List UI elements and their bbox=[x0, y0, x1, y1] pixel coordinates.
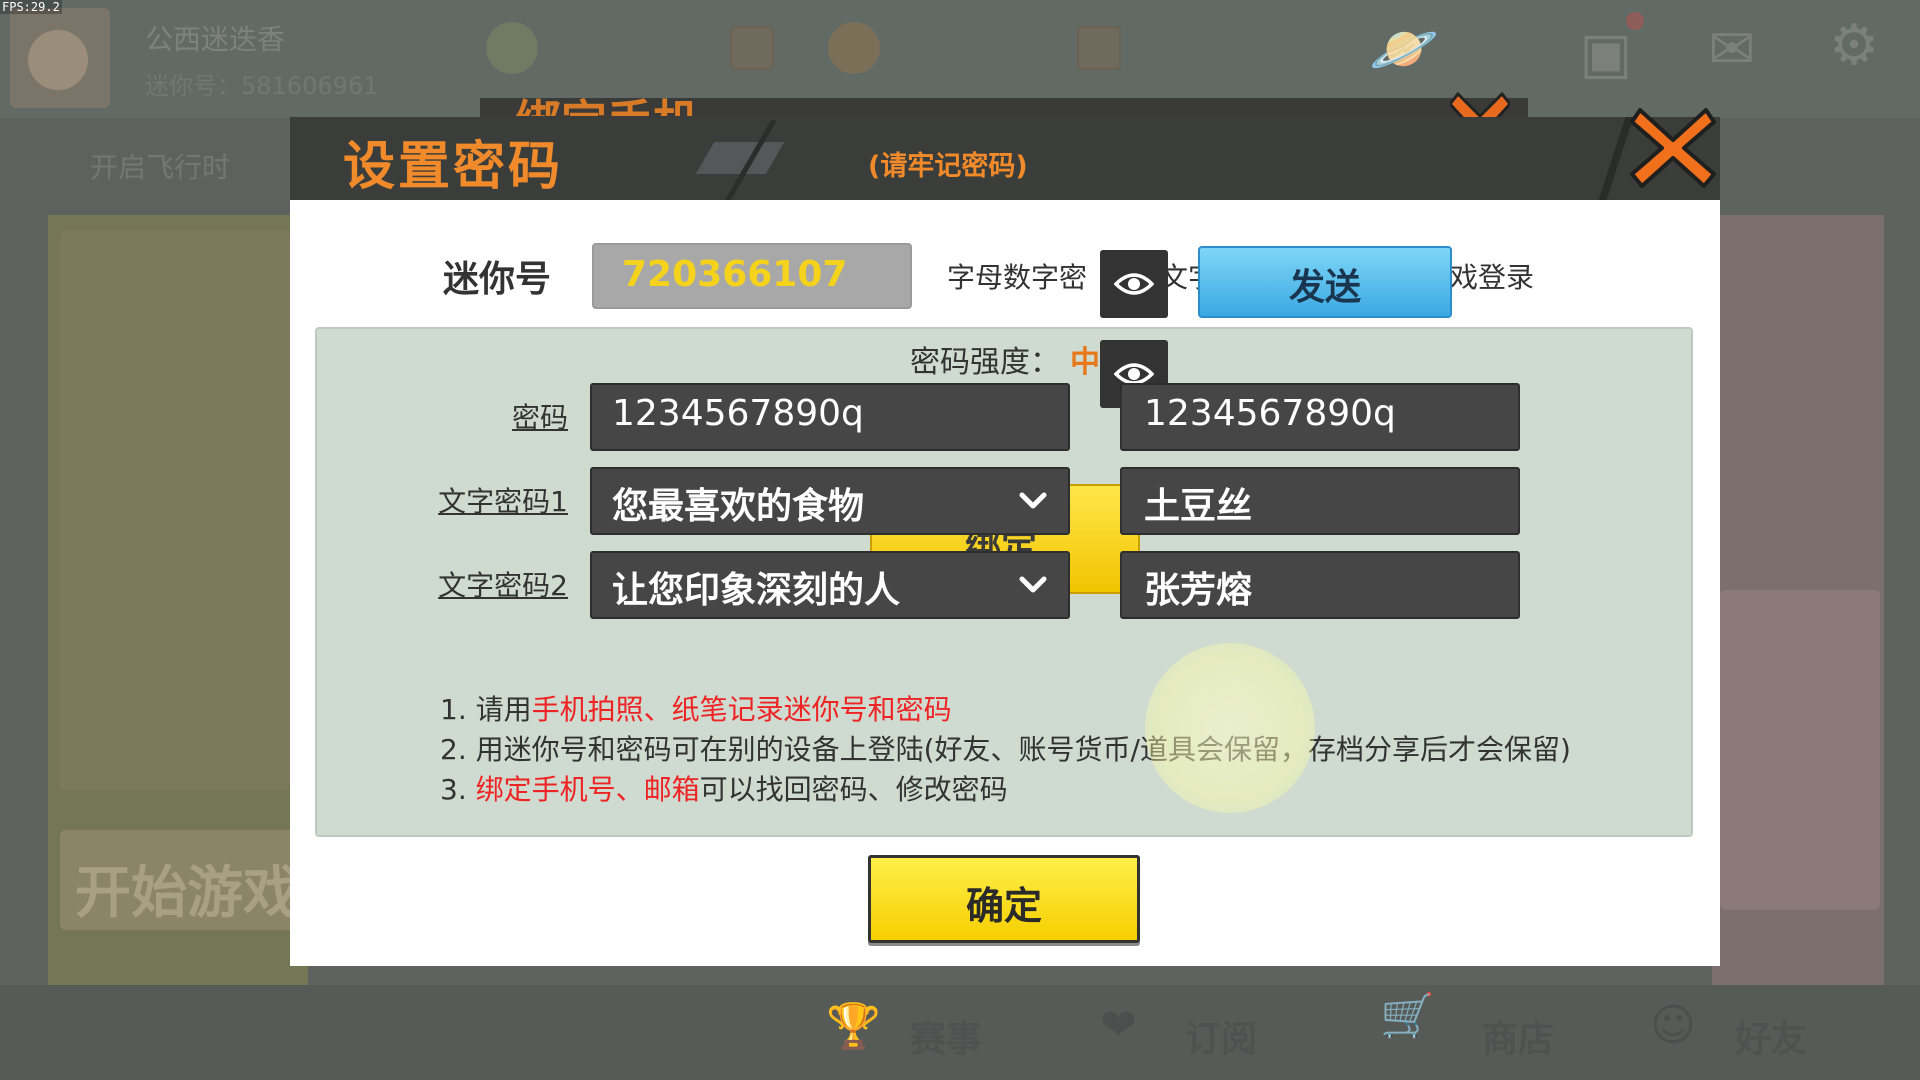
note-3-prefix: 3. bbox=[440, 773, 476, 806]
text-password2-question: 让您印象深刻的人 bbox=[612, 570, 901, 611]
touch-indicator bbox=[1145, 643, 1315, 813]
tab-shop[interactable]: 商店 bbox=[1482, 1010, 1554, 1062]
note-1-highlight: 手机拍照、纸笔记录迷你号和密码 bbox=[531, 693, 952, 726]
show-password-eye-icon[interactable] bbox=[1100, 250, 1168, 318]
tab-subscribe[interactable]: 订阅 bbox=[1185, 1010, 1257, 1062]
fps-counter: FPS:29.2 bbox=[0, 0, 62, 14]
option-text-right: 戏登录 bbox=[1450, 261, 1535, 294]
dialog-subtitle: (请牢记密码) bbox=[868, 151, 1028, 182]
start-game-label: 开始游戏 bbox=[75, 861, 299, 926]
shop-cart-icon[interactable]: 🛒 bbox=[1380, 990, 1435, 1042]
friends-icon[interactable]: ☺ bbox=[1650, 1000, 1696, 1051]
chevron-down-icon[interactable] bbox=[1000, 468, 1066, 534]
notification-dot bbox=[1626, 12, 1644, 30]
dialog-title: 设置密码 bbox=[343, 137, 564, 197]
note-1: 1. 请用手机拍照、纸笔记录迷你号和密码 bbox=[440, 688, 952, 728]
avatar-face bbox=[28, 30, 88, 90]
text-password2-answer: 张芳熔 bbox=[1144, 570, 1253, 611]
password-strength-value: 中 bbox=[1070, 345, 1100, 380]
planet-icon[interactable]: 🪐 bbox=[1368, 18, 1440, 82]
send-button-label: 发送 bbox=[1288, 267, 1361, 308]
note-3: 3. 绑定手机号、邮箱可以找回密码、修改密码 bbox=[440, 768, 1008, 808]
close-icon bbox=[1630, 108, 1716, 188]
note-2: 2. 用迷你号和密码可在别的设备上登陆(好友、账号货币/道具会保留，存档分享后才… bbox=[440, 733, 1571, 766]
text-password1-label: 文字密码1 bbox=[438, 485, 568, 518]
confirm-button-label: 确定 bbox=[965, 884, 1042, 928]
password-input-value: 1234567890q bbox=[612, 393, 864, 434]
note-3-suffix: 可以找回密码、修改密码 bbox=[699, 773, 1008, 806]
option-text-left: 字母数字密 bbox=[947, 261, 1088, 294]
note-1-prefix: 1. 请用 bbox=[440, 693, 532, 726]
bean-icon bbox=[828, 22, 880, 74]
coin-icon bbox=[486, 22, 538, 74]
player-id: 迷你号：581606961 bbox=[145, 72, 379, 100]
add-coin-icon[interactable] bbox=[730, 26, 774, 70]
subscribe-icon[interactable]: ❤ bbox=[1100, 1000, 1137, 1051]
note-3-highlight: 绑定手机号、邮箱 bbox=[475, 773, 700, 806]
back-dialog-close-icon[interactable] bbox=[1450, 82, 1510, 122]
chevron-down-icon[interactable] bbox=[1000, 552, 1066, 618]
mini-number-label: 迷你号 bbox=[443, 259, 552, 300]
close-button[interactable] bbox=[1628, 102, 1718, 190]
password-label: 密码 bbox=[511, 401, 568, 434]
settings-gear-icon[interactable]: ⚙ bbox=[1818, 14, 1890, 78]
text-password2-label: 文字密码2 bbox=[438, 569, 568, 602]
trophy-icon[interactable]: 🏆 bbox=[826, 1000, 881, 1052]
player-name: 公西迷迭香 bbox=[145, 23, 286, 56]
password-confirm-value: 1234567890q bbox=[1144, 393, 1396, 434]
text-password1-question: 您最喜欢的食物 bbox=[612, 486, 865, 527]
tab-friends[interactable]: 好友 bbox=[1735, 1010, 1807, 1062]
mini-number-value: 720366107 bbox=[622, 254, 848, 295]
add-bean-icon[interactable] bbox=[1077, 26, 1121, 70]
back-dialog-title: 绑定手机 bbox=[515, 92, 699, 116]
text-password1-answer: 土豆丝 bbox=[1144, 486, 1253, 527]
left-character-art bbox=[60, 230, 290, 790]
password-strength-label: 密码强度： bbox=[910, 345, 1060, 380]
tab-events[interactable]: 赛事 bbox=[910, 1010, 982, 1062]
gift-icon[interactable]: ▣ bbox=[1570, 22, 1642, 86]
right-pony-card[interactable] bbox=[1720, 590, 1880, 910]
fly-tip: 开启飞行时 bbox=[90, 151, 231, 184]
mail-icon[interactable]: ✉ bbox=[1696, 18, 1768, 82]
